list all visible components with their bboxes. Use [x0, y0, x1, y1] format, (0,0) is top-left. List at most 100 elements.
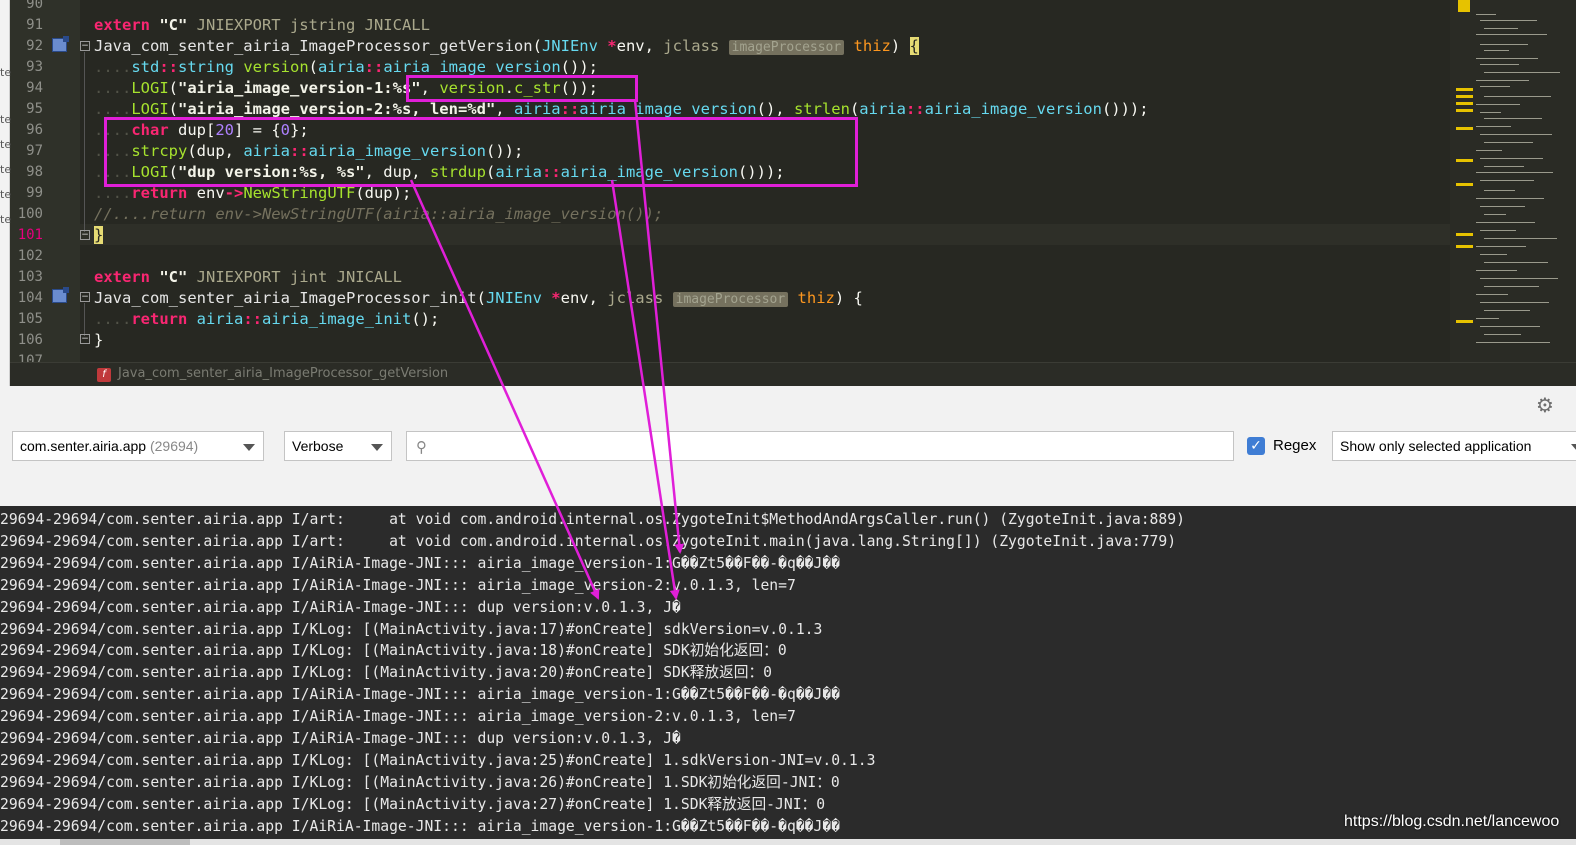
gear-icon[interactable]: ⚙: [1536, 393, 1554, 417]
code-token: ();: [411, 310, 440, 328]
logcat-output[interactable]: 29694-29694/com.senter.airia.app I/art: …: [0, 506, 1576, 839]
error-stripe-marker[interactable]: [1456, 320, 1473, 323]
breadcrumb-function-name[interactable]: Java_com_senter_airia_ImageProcessor_get…: [118, 366, 448, 381]
error-stripe-marker[interactable]: [1456, 183, 1473, 186]
code-line[interactable]: extern "C" JNIEXPORT jint JNICALL: [94, 267, 402, 288]
log-line[interactable]: 29694-29694/com.senter.airia.app I/AiRiA…: [0, 597, 681, 619]
log-line[interactable]: 29694-29694/com.senter.airia.app I/AiRiA…: [0, 816, 840, 838]
code-token: extern: [94, 16, 160, 34]
left-panel-text: te: [0, 138, 12, 151]
log-line[interactable]: 29694-29694/com.senter.airia.app I/KLog:…: [0, 772, 840, 794]
device-process-select[interactable]: com.senter.airia.app (29694): [12, 431, 264, 461]
minimap-line: [1480, 206, 1525, 207]
regex-checkbox[interactable]: ✓: [1247, 437, 1265, 455]
log-line[interactable]: 29694-29694/com.senter.airia.app I/KLog:…: [0, 662, 772, 684]
line-number: 99: [26, 185, 43, 201]
code-token: jclass: [607, 289, 673, 307]
code-line[interactable]: Java_com_senter_airia_ImageProcessor_get…: [94, 36, 919, 57]
minimap-line: [1476, 222, 1535, 223]
log-line[interactable]: 29694-29694/com.senter.airia.app I/AiRiA…: [0, 553, 840, 575]
code-line[interactable]: extern "C" JNIEXPORT jstring JNICALL: [94, 15, 430, 36]
log-line[interactable]: 29694-29694/com.senter.airia.app I/AiRiA…: [0, 575, 796, 597]
minimap-line: [1476, 294, 1508, 295]
code-line[interactable]: }: [94, 225, 104, 246]
minimap-line: [1480, 64, 1519, 65]
error-stripe-marker[interactable]: [1456, 102, 1473, 105]
minimap-line: [1484, 50, 1509, 51]
log-line[interactable]: 29694-29694/com.senter.airia.app I/KLog:…: [0, 794, 825, 816]
code-token: ()));: [1101, 100, 1149, 118]
log-level-select[interactable]: Verbose: [284, 431, 392, 461]
implementation-marker-icon[interactable]: [52, 287, 69, 303]
error-stripe-marker[interactable]: [1458, 0, 1470, 12]
minimap-line: [1484, 142, 1533, 143]
line-number: 103: [17, 269, 43, 285]
minimap-line: [1480, 180, 1534, 181]
left-panel-text: te: [0, 66, 12, 79]
editor-breadcrumb[interactable]: f Java_com_senter_airia_ImageProcessor_g…: [9, 362, 1576, 387]
code-token: airia: [859, 100, 906, 118]
error-stripe-marker[interactable]: [1456, 95, 1473, 98]
minimap[interactable]: [1450, 0, 1576, 362]
left-panel-edge: te te te te te te: [0, 0, 12, 386]
error-stripe-marker[interactable]: [1456, 159, 1473, 162]
fold-toggle-icon[interactable]: −: [80, 292, 90, 302]
minimap-line: [1484, 28, 1518, 29]
minimap-line: [1484, 118, 1542, 119]
code-token: ());: [560, 58, 598, 76]
line-number: 94: [26, 80, 43, 96]
code-token: ::: [159, 58, 178, 76]
code-line[interactable]: ....return airia::airia_image_init();: [94, 309, 439, 330]
function-icon: f: [97, 368, 111, 382]
minimap-line: [1480, 86, 1510, 87]
filter-select[interactable]: Show only selected application: [1332, 431, 1576, 461]
code-token: }: [94, 226, 104, 244]
line-number: 104: [17, 290, 43, 306]
line-number: 101: [17, 227, 43, 243]
implementation-marker-icon[interactable]: [52, 36, 69, 52]
logcat-search-input[interactable]: ⚲: [406, 431, 1234, 461]
horizontal-scrollbar[interactable]: [0, 839, 1576, 845]
code-editor[interactable]: 90 91 92 93 94 95 96 97 98 99 100 101 102 103 104 105 10…: [0, 0, 1576, 362]
minimap-line: [1476, 150, 1502, 151]
code-token: JNIEnv: [485, 289, 552, 307]
chevron-down-icon: [243, 444, 255, 451]
log-line[interactable]: 29694-29694/com.senter.airia.app I/KLog:…: [0, 640, 787, 662]
filter-value: Show only selected application: [1340, 438, 1532, 454]
log-line[interactable]: 29694-29694/com.senter.airia.app I/AiRiA…: [0, 728, 681, 750]
error-stripe-marker[interactable]: [1456, 245, 1473, 248]
error-stripe-marker[interactable]: [1456, 109, 1473, 112]
fold-toggle-icon[interactable]: −: [80, 334, 90, 344]
error-stripe-marker[interactable]: [1456, 127, 1473, 130]
code-line[interactable]: Java_com_senter_airia_ImageProcessor_ini…: [94, 288, 863, 309]
fold-toggle-icon[interactable]: −: [80, 230, 90, 240]
code-token: version: [243, 58, 309, 76]
code-token: }: [94, 331, 104, 349]
minimap-line: [1480, 158, 1543, 159]
error-stripe-marker[interactable]: [1456, 233, 1473, 236]
log-line[interactable]: 29694-29694/com.senter.airia.app I/art: …: [0, 509, 1185, 531]
error-stripe-marker[interactable]: [1456, 88, 1473, 91]
code-token: (: [168, 79, 178, 97]
log-line[interactable]: 29694-29694/com.senter.airia.app I/art: …: [0, 531, 1176, 553]
code-token: ,: [495, 100, 514, 118]
minimap-line: [1484, 190, 1515, 191]
code-token: JNIEXPORT jstring JNICALL: [196, 16, 430, 34]
code-line[interactable]: }: [94, 330, 103, 351]
code-token: ::: [905, 100, 925, 118]
minimap-line: [1476, 270, 1517, 271]
code-token: LOGI: [131, 100, 169, 118]
code-token: ....: [94, 310, 132, 328]
log-line[interactable]: 29694-29694/com.senter.airia.app I/AiRiA…: [0, 706, 796, 728]
scrollbar-thumb[interactable]: [60, 839, 190, 845]
minimap-line: [1476, 58, 1538, 59]
code-line[interactable]: //....return env->NewStringUTF(airia::ai…: [94, 204, 663, 225]
fold-toggle-icon[interactable]: −: [80, 41, 90, 51]
code-token: airia_image_version: [924, 100, 1102, 118]
log-line[interactable]: 29694-29694/com.senter.airia.app I/KLog:…: [0, 619, 822, 641]
minimap-line: [1484, 72, 1560, 73]
log-line[interactable]: 29694-29694/com.senter.airia.app I/KLog:…: [0, 750, 875, 772]
log-line[interactable]: 29694-29694/com.senter.airia.app I/AiRiA…: [0, 684, 840, 706]
